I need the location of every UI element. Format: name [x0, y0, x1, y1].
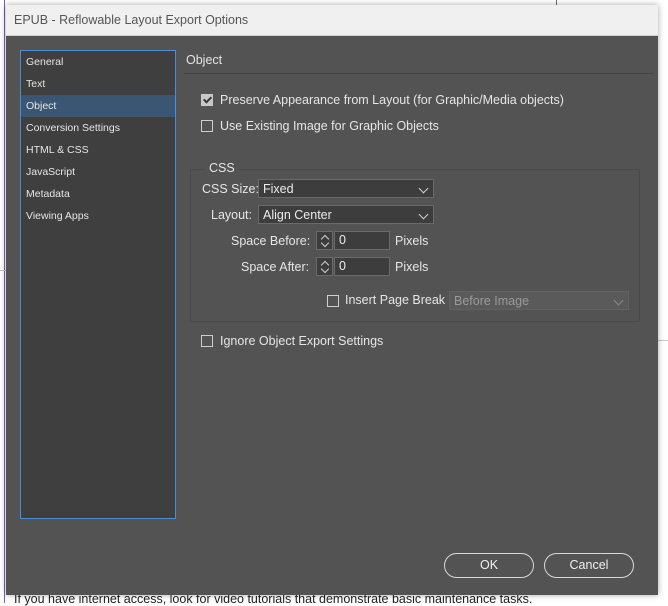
section-title: Object: [186, 53, 223, 67]
layout-label: Layout:: [211, 208, 253, 222]
section-divider: [184, 73, 654, 74]
preserve-appearance-checkbox[interactable]: [201, 94, 213, 106]
sidebar-item-text[interactable]: Text: [21, 73, 175, 95]
chevron-down-icon: [418, 209, 429, 220]
page-break-value: Before Image: [454, 294, 530, 308]
sidebar-item-metadata[interactable]: Metadata: [21, 183, 175, 205]
sidebar-item-javascript[interactable]: JavaScript: [21, 161, 175, 183]
layout-dropdown[interactable]: Align Center: [258, 205, 434, 224]
ok-button[interactable]: OK: [444, 553, 534, 578]
css-size-label: CSS Size:: [202, 182, 259, 196]
space-after-unit: Pixels: [395, 260, 429, 274]
space-after-label: Space After:: [241, 260, 310, 274]
insert-page-break-checkbox[interactable]: [327, 295, 339, 307]
sidebar-item-conversion-settings[interactable]: Conversion Settings: [21, 117, 175, 139]
background-rule: [658, 340, 668, 341]
cancel-button[interactable]: Cancel: [544, 553, 634, 578]
background-page-edge-left: [4, 0, 5, 603]
ignore-object-export-label: Ignore Object Export Settings: [220, 334, 384, 348]
preserve-appearance-label: Preserve Appearance from Layout (for Gra…: [220, 93, 564, 107]
insert-page-break-label: Insert Page Break: [345, 293, 446, 307]
css-group-title: CSS: [205, 161, 239, 175]
space-after-input[interactable]: 0: [334, 257, 390, 276]
sidebar-item-object[interactable]: Object: [21, 95, 175, 117]
page-break-dropdown[interactable]: Before Image: [449, 291, 629, 310]
space-before-stepper[interactable]: [316, 231, 333, 250]
sidebar-item-html-css[interactable]: HTML & CSS: [21, 139, 175, 161]
sidebar-item-general[interactable]: General: [21, 51, 175, 73]
chevron-down-icon: [613, 295, 624, 306]
chevron-down-icon: [418, 183, 429, 194]
space-before-unit: Pixels: [395, 234, 429, 248]
space-after-stepper[interactable]: [316, 257, 333, 276]
layout-value: Align Center: [263, 208, 332, 222]
space-before-label: Space Before:: [231, 234, 311, 248]
export-options-dialog: EPUB - Reflowable Layout Export Options …: [6, 5, 658, 595]
window-title[interactable]: EPUB - Reflowable Layout Export Options: [6, 5, 658, 36]
space-before-input[interactable]: 0: [334, 231, 390, 250]
css-size-dropdown[interactable]: Fixed: [258, 179, 434, 198]
use-existing-image-label: Use Existing Image for Graphic Objects: [220, 119, 439, 133]
css-size-value: Fixed: [263, 182, 294, 196]
ignore-object-export-checkbox[interactable]: [201, 335, 213, 347]
category-list[interactable]: General Text Object Conversion Settings …: [20, 50, 176, 519]
sidebar-item-viewing-apps[interactable]: Viewing Apps: [21, 205, 175, 227]
use-existing-image-checkbox[interactable]: [201, 120, 213, 132]
